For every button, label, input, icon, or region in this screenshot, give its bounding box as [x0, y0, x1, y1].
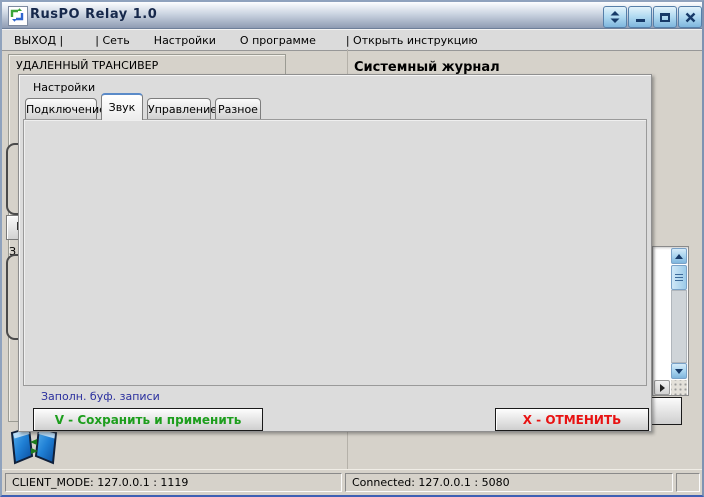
maximize-button[interactable]	[653, 6, 677, 28]
minimize-icon	[636, 19, 645, 22]
system-log-title: Системный журнал	[354, 60, 500, 75]
scroll-up-button[interactable]	[671, 248, 687, 264]
main-window: RusPO Relay 1.0 ВЫХОД | | Сеть Настройки…	[0, 0, 704, 497]
scroll-thumb[interactable]	[671, 265, 687, 290]
close-icon	[685, 12, 696, 23]
title-bar[interactable]: RusPO Relay 1.0	[2, 2, 702, 29]
menu-about[interactable]: О программе	[228, 34, 328, 47]
menu-exit[interactable]: ВЫХОД |	[2, 34, 75, 47]
status-bar: CLIENT_MODE: 127.0.0.1 : 1119 Connected:…	[2, 469, 702, 496]
resize-grip[interactable]	[671, 380, 687, 395]
tab-misc[interactable]: Разное	[215, 98, 261, 120]
scroll-track[interactable]	[671, 290, 687, 363]
background-partial-button2[interactable]	[650, 397, 682, 425]
scroll-right-button[interactable]	[654, 380, 670, 395]
arrow-right-icon	[660, 384, 665, 392]
scroll-down-button[interactable]	[671, 363, 687, 379]
log-listbox[interactable]	[652, 246, 689, 396]
tab-sound[interactable]: Звук	[101, 93, 143, 120]
remote-transceiver-title: УДАЛЕННЫЙ ТРАНСИВЕР	[16, 59, 158, 72]
tab-connection[interactable]: Подключение	[25, 98, 97, 120]
rollup-icon	[609, 10, 621, 24]
sound-tab-page	[23, 119, 647, 386]
menu-open-manual[interactable]: | Открыть инструкцию	[334, 34, 490, 47]
settings-dialog: Настройки Подключение Звук Управление Ра…	[18, 74, 652, 432]
window-title: RusPO Relay 1.0	[30, 7, 157, 22]
menu-settings[interactable]: Настройки	[142, 34, 228, 47]
buffer-fill-label: Заполн. буф. записи	[41, 390, 160, 403]
menu-bar: ВЫХОД | | Сеть Настройки О программе | О…	[2, 29, 702, 51]
rollup-button[interactable]	[603, 6, 627, 28]
tab-control[interactable]: Управление	[147, 98, 211, 120]
maximize-icon	[660, 13, 670, 22]
minimize-button[interactable]	[628, 6, 652, 28]
status-connected: Connected: 127.0.0.1 : 5080	[345, 473, 673, 492]
status-client-mode: CLIENT_MODE: 127.0.0.1 : 1119	[5, 473, 342, 492]
menu-network[interactable]: | Сеть	[83, 34, 142, 47]
cancel-button[interactable]: X - ОТМЕНИТЬ	[495, 408, 649, 431]
app-icon	[8, 6, 28, 26]
save-apply-button[interactable]: V - Сохранить и применить	[33, 408, 263, 431]
grip-icon	[675, 274, 683, 281]
close-button[interactable]	[678, 6, 702, 28]
dialog-caption: Настройки	[33, 81, 95, 94]
status-extra-panel	[676, 473, 700, 492]
arrow-down-icon	[675, 369, 683, 374]
arrow-up-icon	[675, 254, 683, 259]
